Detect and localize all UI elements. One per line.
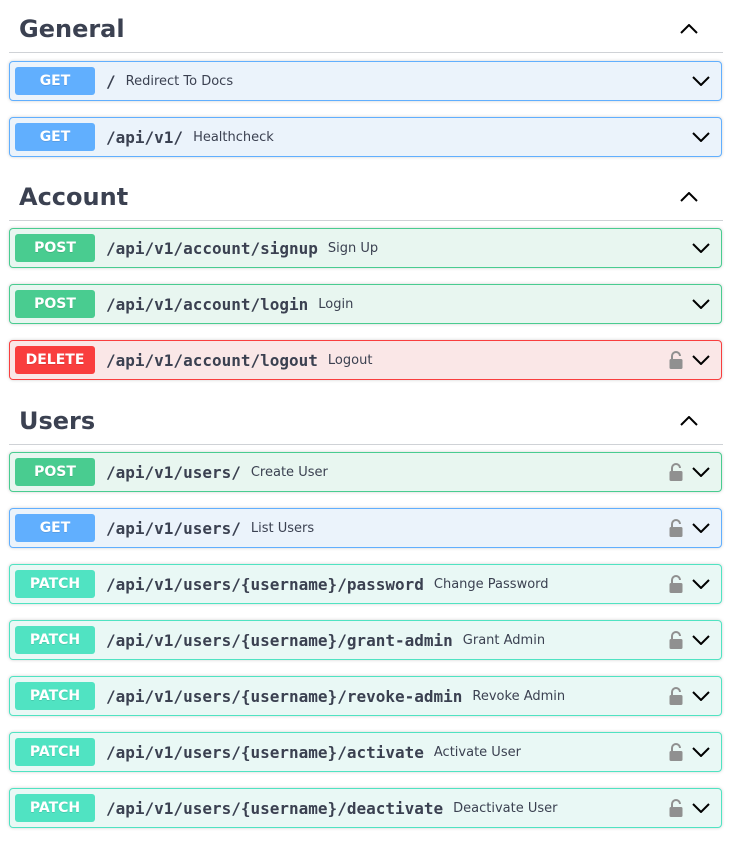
section-general: General (9, 5, 723, 53)
operation-row[interactable]: PATCH /api/v1/users/{username}/deactivat… (9, 788, 722, 828)
operation-row[interactable]: PATCH /api/v1/users/{username}/grant-adm… (9, 620, 722, 660)
section-title: General (19, 14, 125, 43)
section-title: Users (19, 406, 96, 435)
lock-icon[interactable] (669, 462, 685, 482)
operation-summary: Grant Admin (462, 632, 546, 648)
operation-summary: Redirect To Docs (125, 73, 234, 89)
method-badge: POST (15, 290, 95, 318)
operation-summary: Activate User (433, 744, 521, 760)
operation-row[interactable]: GET /api/v1/ Healthcheck (9, 117, 722, 157)
operation-path: /api/v1/users/ (106, 518, 241, 538)
operation-summary: Logout (327, 352, 373, 368)
operation-path: /api/v1/ (106, 127, 184, 147)
operation-row[interactable]: POST /api/v1/users/ Create User (9, 452, 722, 492)
method-badge: PATCH (15, 682, 95, 710)
chevron-down-icon[interactable] (691, 518, 711, 538)
section-title: Account (19, 182, 129, 211)
operation-summary: Sign Up (327, 240, 379, 256)
operation-path: /api/v1/users/{username}/activate (106, 742, 424, 762)
chevron-up-icon[interactable] (679, 22, 699, 36)
operation-path: /api/v1/account/signup (106, 238, 318, 258)
method-badge: PATCH (15, 626, 95, 654)
operation-path: / (106, 71, 116, 91)
operation-path: /api/v1/account/login (106, 294, 309, 314)
section-header-users[interactable]: Users (9, 397, 723, 445)
chevron-down-icon[interactable] (691, 742, 711, 762)
operation-path: /api/v1/users/{username}/grant-admin (106, 630, 453, 650)
method-badge: POST (15, 458, 95, 486)
chevron-down-icon[interactable] (691, 350, 711, 370)
section-header-general[interactable]: General (9, 5, 723, 53)
operation-path: /api/v1/users/{username}/deactivate (106, 798, 444, 818)
chevron-down-icon[interactable] (691, 798, 711, 818)
operation-summary: Revoke Admin (472, 688, 566, 704)
method-badge: GET (15, 514, 95, 542)
method-badge: GET (15, 67, 95, 95)
operation-summary: Login (318, 296, 354, 312)
chevron-down-icon[interactable] (691, 630, 711, 650)
lock-icon[interactable] (669, 518, 685, 538)
lock-icon[interactable] (669, 742, 685, 762)
operation-path: /api/v1/users/{username}/revoke-admin (106, 686, 463, 706)
operation-summary: Create User (250, 464, 328, 480)
section-users: Users (9, 397, 723, 445)
chevron-down-icon[interactable] (691, 462, 711, 482)
chevron-down-icon[interactable] (691, 71, 711, 91)
operation-summary: Healthcheck (193, 129, 274, 145)
section-account: Account (9, 173, 723, 221)
chevron-down-icon[interactable] (691, 686, 711, 706)
lock-icon[interactable] (669, 686, 685, 706)
operation-summary: Deactivate User (453, 800, 558, 816)
operation-summary: Change Password (433, 576, 549, 592)
operation-row[interactable]: PATCH /api/v1/users/{username}/revoke-ad… (9, 676, 722, 716)
method-badge: POST (15, 234, 95, 262)
chevron-up-icon[interactable] (679, 414, 699, 428)
operation-row[interactable]: PATCH /api/v1/users/{username}/activate … (9, 732, 722, 772)
method-badge: PATCH (15, 570, 95, 598)
lock-icon[interactable] (669, 350, 685, 370)
operation-row[interactable]: GET /api/v1/users/ List Users (9, 508, 722, 548)
operation-row[interactable]: DELETE /api/v1/account/logout Logout (9, 340, 722, 380)
chevron-down-icon[interactable] (691, 294, 711, 314)
chevron-down-icon[interactable] (691, 574, 711, 594)
chevron-down-icon[interactable] (691, 127, 711, 147)
operation-summary: List Users (250, 520, 315, 536)
operation-row[interactable]: POST /api/v1/account/signup Sign Up (9, 228, 722, 268)
method-badge: GET (15, 123, 95, 151)
lock-icon[interactable] (669, 574, 685, 594)
operation-row[interactable]: GET / Redirect To Docs (9, 61, 722, 101)
operation-row[interactable]: POST /api/v1/account/login Login (9, 284, 722, 324)
method-badge: PATCH (15, 738, 95, 766)
chevron-down-icon[interactable] (691, 238, 711, 258)
section-header-account[interactable]: Account (9, 173, 723, 221)
method-badge: DELETE (15, 346, 95, 374)
lock-icon[interactable] (669, 630, 685, 650)
operation-row[interactable]: PATCH /api/v1/users/{username}/password … (9, 564, 722, 604)
operation-path: /api/v1/users/ (106, 462, 241, 482)
chevron-up-icon[interactable] (679, 190, 699, 204)
lock-icon[interactable] (669, 798, 685, 818)
method-badge: PATCH (15, 794, 95, 822)
operation-path: /api/v1/users/{username}/password (106, 574, 424, 594)
operation-path: /api/v1/account/logout (106, 350, 318, 370)
